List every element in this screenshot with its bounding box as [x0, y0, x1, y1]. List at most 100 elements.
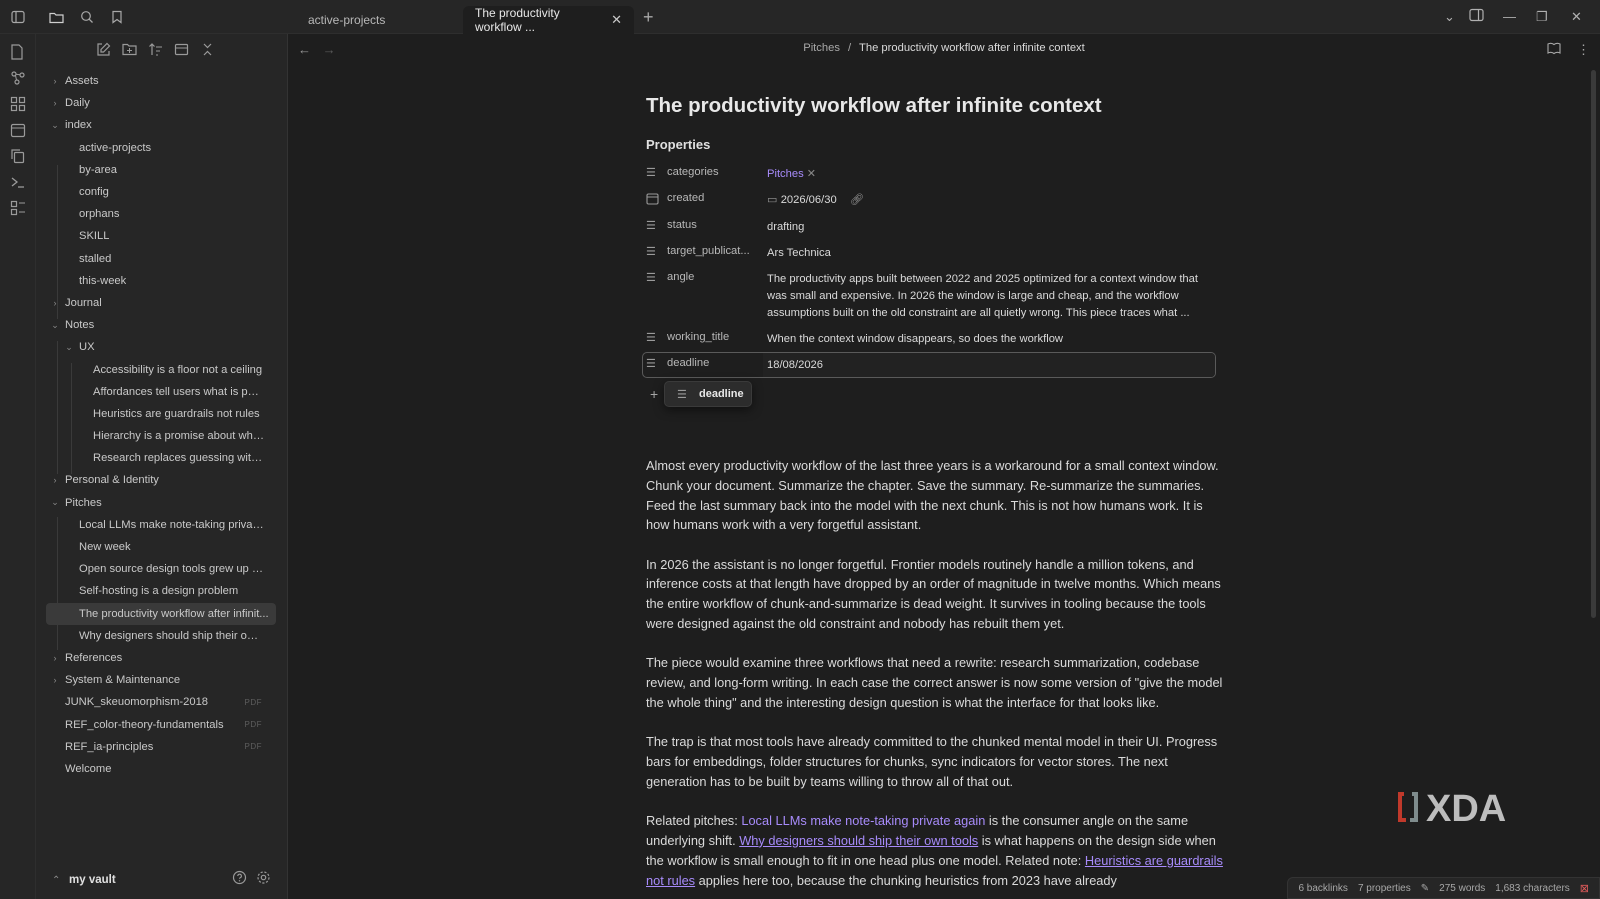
tree-folder[interactable]: › Daily — [36, 92, 288, 114]
new-folder-icon[interactable] — [122, 42, 138, 58]
tree-file[interactable]: REF_ia-principles PDF — [36, 736, 288, 758]
tree-folder[interactable]: ⌄ Notes — [36, 314, 288, 336]
tree-file[interactable]: Self-hosting is a design problem — [36, 580, 288, 602]
copy-icon[interactable] — [10, 148, 26, 164]
tree-file[interactable]: Research replaces guessing with wi... — [36, 447, 288, 469]
tree-file[interactable]: stalled — [36, 248, 288, 270]
tab-active-projects[interactable]: active-projects — [296, 6, 397, 34]
auto-reveal-icon[interactable] — [174, 42, 190, 58]
tree-file[interactable]: Why designers should ship their own ... — [36, 625, 288, 647]
tree-file[interactable]: Accessibility is a floor not a ceiling — [36, 358, 288, 380]
tree-file[interactable]: Local LLMs make note-taking private ... — [36, 514, 288, 536]
edit-pencil-icon[interactable]: ✎ — [1421, 883, 1429, 894]
note-title[interactable]: The productivity workflow after infinite… — [646, 94, 1102, 118]
tree-file[interactable]: Welcome — [36, 758, 288, 780]
minimize-icon[interactable]: — — [1503, 9, 1516, 24]
settings-gear-icon[interactable] — [256, 870, 271, 890]
property-key[interactable]: categories — [667, 166, 767, 178]
tag-chip[interactable]: Pitches ✕ — [767, 168, 816, 180]
chevron-right-icon[interactable]: › — [50, 653, 60, 663]
backlinks-count[interactable]: 6 backlinks — [1298, 883, 1347, 894]
property-key[interactable]: created — [667, 192, 767, 204]
property-value[interactable]: drafting — [767, 219, 1207, 236]
tree-file[interactable]: REF_color-theory-fundamentals PDF — [36, 713, 288, 735]
tree-file[interactable]: Affordances tell users what is possi... — [36, 381, 288, 403]
tree-folder[interactable]: ⌄ index — [36, 114, 288, 136]
tree-file[interactable]: active-projects — [36, 137, 288, 159]
calendar-icon[interactable] — [10, 122, 26, 138]
chevron-down-icon[interactable]: ⌄ — [64, 342, 74, 353]
internal-link[interactable]: Local LLMs make note-taking private agai… — [741, 813, 985, 828]
chevron-down-icon[interactable]: ⌄ — [50, 320, 60, 331]
breadcrumb-current[interactable]: The productivity workflow after infinite… — [859, 42, 1085, 54]
property-value[interactable]: ▭ 2026/06/30 🔗︎ — [767, 192, 1207, 209]
dashboard-icon[interactable] — [10, 200, 26, 216]
toggle-sidebar-icon[interactable] — [9, 8, 27, 26]
property-value[interactable]: Ars Technica — [767, 245, 1207, 262]
folder-icon[interactable] — [47, 8, 65, 26]
property-key[interactable]: working_title — [667, 331, 767, 343]
close-tab-icon[interactable]: ✕ — [611, 12, 622, 28]
properties-count[interactable]: 7 properties — [1358, 883, 1411, 894]
breadcrumb-parent[interactable]: Pitches — [803, 42, 840, 54]
vault-switcher[interactable]: ⌃ my vault — [36, 861, 288, 899]
new-tab-icon[interactable]: + — [643, 8, 654, 26]
tree-folder[interactable]: ⌄ Pitches — [36, 492, 288, 514]
new-note-icon[interactable] — [96, 42, 112, 58]
property-suggestion[interactable]: ☰ deadline — [664, 381, 752, 407]
word-count[interactable]: 275 words — [1439, 883, 1485, 894]
property-value[interactable]: Pitches ✕ — [767, 166, 1207, 183]
tree-folder[interactable]: ⌄ UX — [36, 336, 288, 358]
property-value[interactable]: When the context window disappears, so d… — [767, 331, 1207, 348]
chevron-down-icon[interactable]: ⌄ — [50, 120, 60, 131]
tree-file[interactable]: this-week — [36, 270, 288, 292]
tree-folder[interactable]: › System & Maintenance — [36, 669, 288, 691]
restore-icon[interactable]: ❐ — [1536, 9, 1548, 25]
add-property-icon[interactable]: + — [650, 386, 658, 402]
chevron-right-icon[interactable]: › — [50, 675, 60, 685]
tree-file[interactable]: SKILL — [36, 225, 288, 247]
bookmark-icon[interactable] — [108, 8, 126, 26]
help-icon[interactable] — [232, 870, 247, 890]
chevron-right-icon[interactable]: › — [50, 475, 60, 485]
chevron-right-icon[interactable]: › — [50, 76, 60, 86]
tab-current-note[interactable]: The productivity workflow ... ✕ — [463, 6, 634, 34]
collapse-all-icon[interactable] — [200, 42, 216, 58]
chevron-down-icon[interactable]: ⌄ — [50, 497, 60, 508]
date-value[interactable]: 2026/06/30 — [781, 194, 837, 206]
tree-folder[interactable]: › Personal & Identity — [36, 469, 288, 491]
note-body[interactable]: Almost every productivity workflow of th… — [646, 456, 1226, 899]
sort-icon[interactable] — [148, 42, 164, 58]
terminal-icon[interactable] — [10, 174, 26, 190]
tree-file[interactable]: orphans — [36, 203, 288, 225]
file-icon[interactable] — [10, 44, 26, 60]
tree-file[interactable]: by-area — [36, 159, 288, 181]
internal-link[interactable]: Why designers should ship their own tool… — [739, 833, 978, 848]
chevron-right-icon[interactable]: › — [50, 98, 60, 108]
vault-chevron-icon[interactable]: ⌃ — [52, 875, 60, 886]
tree-file[interactable]: Heuristics are guardrails not rules — [36, 403, 288, 425]
tab-list-chevron-icon[interactable]: ⌄ — [1444, 9, 1455, 25]
search-icon[interactable] — [78, 8, 96, 26]
canvas-icon[interactable] — [10, 96, 26, 112]
tree-folder[interactable]: › Assets — [36, 70, 288, 92]
link-icon[interactable]: 🔗︎ — [850, 194, 864, 206]
sync-error-icon[interactable]: ⊠ — [1580, 882, 1589, 895]
tree-folder[interactable]: › References — [36, 647, 288, 669]
property-key[interactable]: deadline — [667, 357, 767, 369]
right-sidebar-toggle-icon[interactable] — [1469, 8, 1484, 25]
property-value-input[interactable]: 18/08/2026 — [767, 357, 1207, 374]
character-count[interactable]: 1,683 characters — [1495, 883, 1570, 894]
tree-file[interactable]: Hierarchy is a promise about what ... — [36, 425, 288, 447]
scrollbar[interactable] — [1591, 70, 1596, 618]
tree-file[interactable]: config — [36, 181, 288, 203]
reading-view-icon[interactable] — [1547, 42, 1561, 58]
property-key[interactable]: angle — [667, 271, 767, 283]
tree-file[interactable]: New week — [36, 536, 288, 558]
property-value[interactable]: The productivity apps built between 2022… — [767, 271, 1207, 322]
tree-file[interactable]: The productivity workflow after infinit.… — [46, 602, 276, 625]
tree-file[interactable]: JUNK_skeuomorphism-2018 PDF — [36, 691, 288, 713]
remove-tag-icon[interactable]: ✕ — [807, 168, 816, 180]
property-key[interactable]: status — [667, 219, 767, 231]
property-key[interactable]: target_publicat... — [667, 245, 767, 257]
